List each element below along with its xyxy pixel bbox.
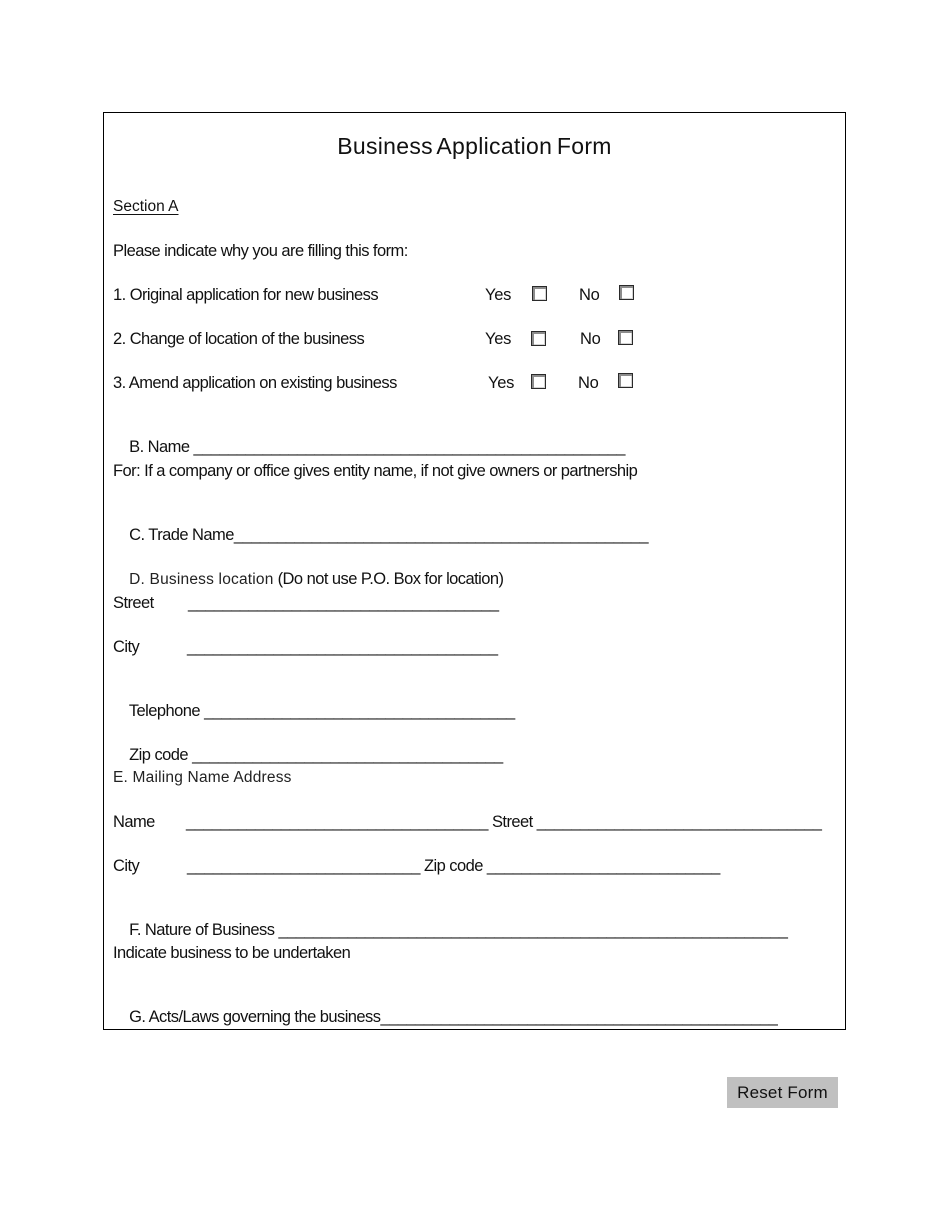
yes-label: Yes bbox=[485, 330, 512, 348]
reset-form-button[interactable]: Reset Form bbox=[727, 1077, 838, 1108]
name-note: For: If a company or office gives entity… bbox=[113, 462, 638, 480]
city-label: City bbox=[113, 638, 140, 656]
intro-text: Please indicate why you are filling this… bbox=[113, 242, 408, 260]
business-location-heading: D. Business location bbox=[129, 571, 274, 588]
mailing-city-label: City bbox=[113, 857, 140, 875]
nature-note: Indicate business to be undertaken bbox=[113, 944, 351, 962]
trade-name-label: C. Trade Name bbox=[129, 526, 234, 544]
q2-no-checkbox[interactable] bbox=[618, 330, 633, 345]
mailing-city-zip-group: ___________________________ Zip code ___… bbox=[187, 856, 720, 876]
nature-label: F. Nature of Business bbox=[129, 921, 279, 939]
question-label: 2. Change of location of the business bbox=[113, 330, 365, 348]
zip-blank-line[interactable]: ____________________________________ bbox=[192, 746, 503, 764]
yes-label: Yes bbox=[485, 286, 512, 304]
mailing-name-street-group: ___________________________________ Stre… bbox=[186, 812, 822, 832]
q1-yes-checkbox[interactable] bbox=[532, 286, 547, 301]
city-blank-line[interactable]: ____________________________________ bbox=[187, 637, 498, 657]
mailing-zip-label: Zip code bbox=[419, 857, 487, 875]
telephone-blank-line[interactable]: ____________________________________ bbox=[204, 702, 515, 720]
mailing-name-label: Name bbox=[113, 813, 155, 831]
q3-yes-checkbox[interactable] bbox=[531, 374, 546, 389]
acts-blank-line[interactable]: ________________________________________… bbox=[380, 1008, 777, 1026]
question-label: 3. Amend application on existing busines… bbox=[113, 374, 397, 392]
mailing-name-blank-line[interactable]: ___________________________________ bbox=[186, 813, 488, 831]
name-blank-line[interactable]: ________________________________________… bbox=[194, 438, 626, 456]
acts-label: G. Acts/Laws governing the business bbox=[129, 1008, 381, 1026]
trade-name-blank-line[interactable]: ________________________________________… bbox=[234, 526, 649, 544]
q3-no-checkbox[interactable] bbox=[618, 373, 633, 388]
name-label: B. Name bbox=[129, 438, 194, 456]
section-a-heading: Section A bbox=[113, 198, 179, 215]
form-title: Business Application Form bbox=[337, 133, 612, 159]
no-label: No bbox=[579, 286, 600, 304]
street-label: Street bbox=[113, 594, 154, 612]
telephone-label: Telephone bbox=[128, 702, 205, 720]
street-blank-line[interactable]: ____________________________________ bbox=[188, 593, 499, 613]
q1-no-checkbox[interactable] bbox=[619, 285, 634, 300]
business-application-form: Business Application Form Section A Plea… bbox=[103, 112, 846, 1030]
no-label: No bbox=[580, 330, 601, 348]
nature-blank-line[interactable]: ________________________________________… bbox=[278, 921, 788, 939]
mailing-street-blank-line[interactable]: _________________________________ bbox=[537, 813, 822, 831]
mailing-address-heading: E. Mailing Name Address bbox=[113, 769, 292, 786]
mailing-street-label: Street bbox=[487, 813, 537, 831]
yes-label: Yes bbox=[488, 374, 515, 392]
acts-laws-row: G. Acts/Laws governing the business_____… bbox=[113, 987, 778, 1047]
zip-label: Zip code bbox=[129, 746, 193, 764]
q2-yes-checkbox[interactable] bbox=[531, 331, 546, 346]
mailing-city-blank-line[interactable]: ___________________________ bbox=[187, 857, 420, 875]
business-location-note: (Do not use P.O. Box for location) bbox=[273, 570, 504, 588]
no-label: No bbox=[578, 374, 599, 392]
question-label: 1. Original application for new business bbox=[113, 286, 379, 304]
mailing-zip-blank-line[interactable]: ___________________________ bbox=[487, 857, 720, 875]
